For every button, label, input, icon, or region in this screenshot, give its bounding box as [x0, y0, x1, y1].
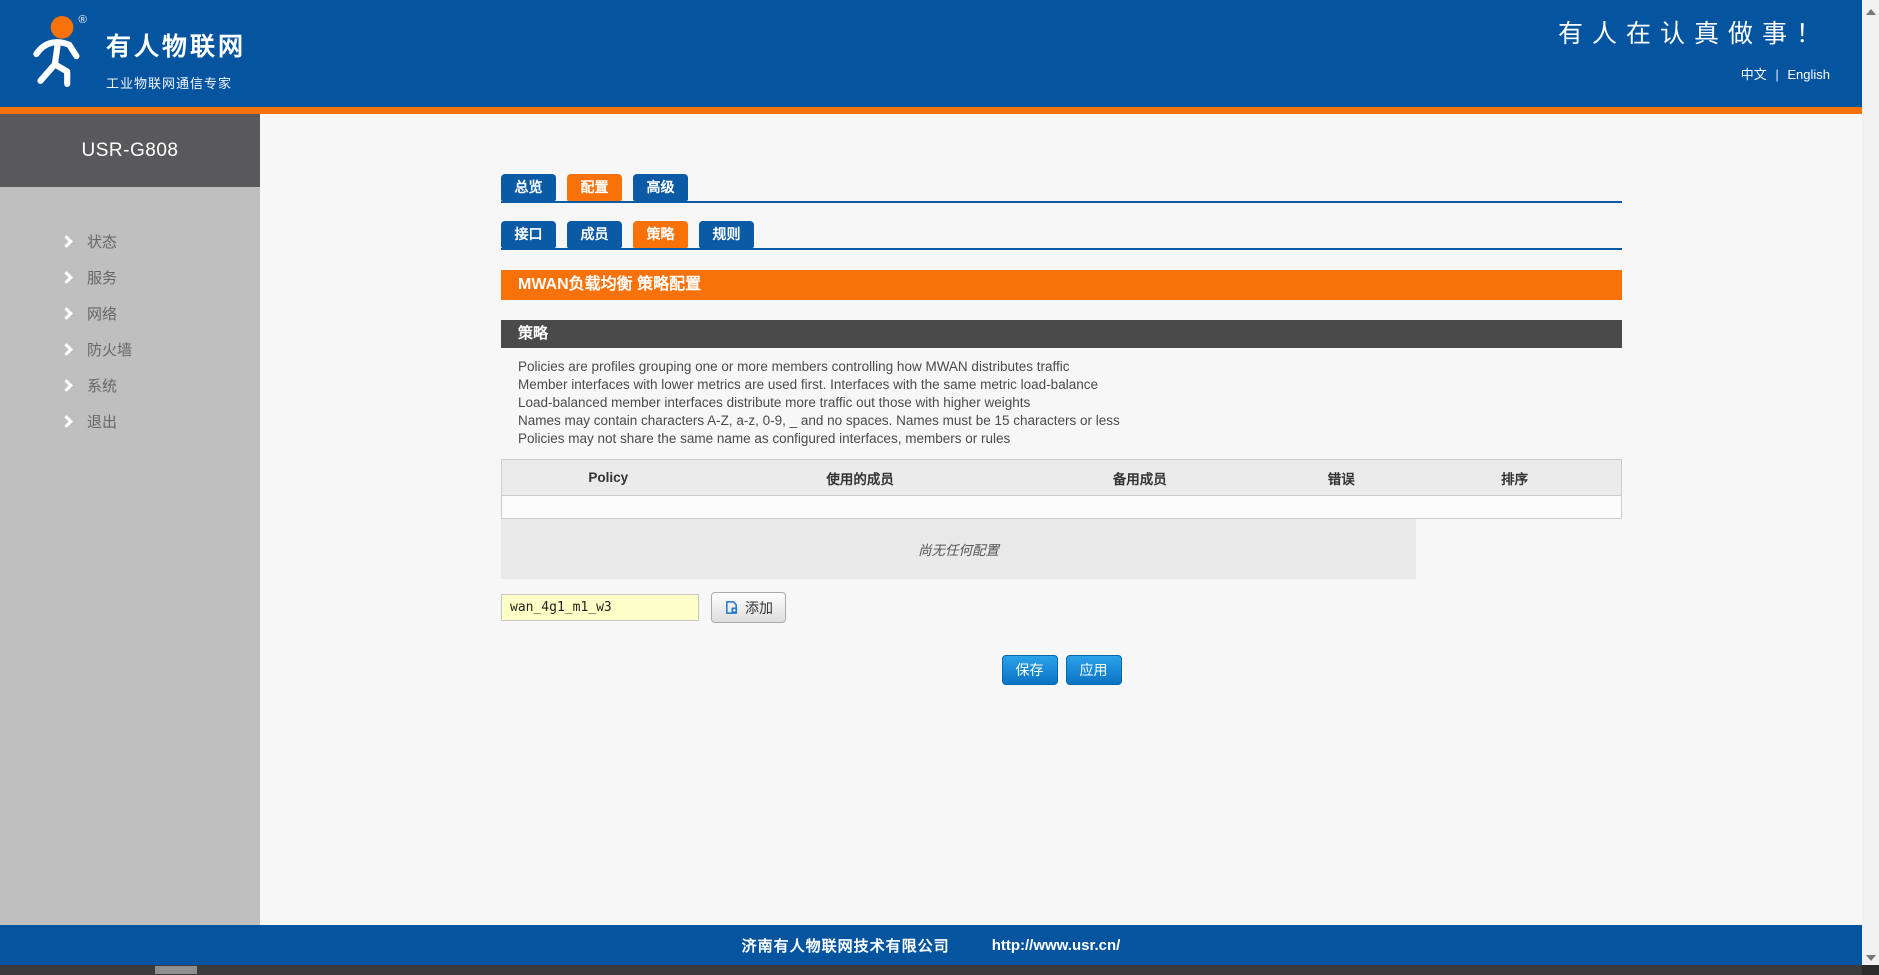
description-line: Policies may not share the same name as …	[518, 430, 1618, 448]
primary-tabs: 总览 配置 高级	[501, 174, 1622, 203]
sidebar-item-label: 网络	[87, 303, 117, 324]
horizontal-scrollbar[interactable]	[0, 965, 1862, 975]
sidebar: USR-G808 状态 服务 网络 防火墙 系统	[0, 114, 260, 925]
sidebar-item-label: 系统	[87, 375, 117, 396]
tab-policy[interactable]: 策略	[633, 221, 688, 248]
add-policy-row: 添加	[501, 592, 786, 623]
sidebar-item-firewall[interactable]: 防火墙	[0, 331, 260, 367]
sidebar-item-services[interactable]: 服务	[0, 259, 260, 295]
chevron-right-icon	[60, 343, 73, 356]
description-line: Load-balanced member interfaces distribu…	[518, 394, 1618, 412]
column-header-policy: Policy	[502, 470, 715, 485]
policy-name-input[interactable]	[501, 594, 699, 621]
description-line: Member interfaces with lower metrics are…	[518, 376, 1618, 394]
sidebar-item-label: 服务	[87, 267, 117, 288]
chevron-right-icon	[60, 307, 73, 320]
scrollbar-corner	[1862, 965, 1879, 975]
add-button-label: 添加	[745, 598, 773, 618]
tab-interface[interactable]: 接口	[501, 221, 556, 248]
sidebar-nav: 状态 服务 网络 防火墙 系统 退出	[0, 187, 260, 439]
description-line: Names may contain characters A-Z, a-z, 0…	[518, 412, 1618, 430]
table-row	[502, 496, 1621, 518]
save-button[interactable]: 保存	[1002, 655, 1058, 685]
horizontal-scrollbar-thumb[interactable]	[155, 966, 197, 974]
sidebar-item-system[interactable]: 系统	[0, 367, 260, 403]
brand-text: 有人物联网 工业物联网通信专家	[106, 13, 246, 92]
header-right: 有人在认真做事！ 中文 | English	[1558, 14, 1830, 83]
tab-overview[interactable]: 总览	[501, 174, 556, 201]
column-header-members-used: 使用的成员	[715, 468, 1006, 488]
footer-website-link[interactable]: http://www.usr.cn/	[992, 937, 1121, 954]
lang-chinese-link[interactable]: 中文	[1741, 67, 1767, 82]
column-header-errors: 错误	[1274, 468, 1408, 488]
tab-configuration[interactable]: 配置	[567, 174, 622, 201]
lang-english-link[interactable]: English	[1787, 67, 1830, 82]
sidebar-item-label: 防火墙	[87, 339, 132, 360]
chevron-right-icon	[60, 415, 73, 428]
scroll-down-arrow-icon[interactable]	[1866, 955, 1876, 961]
page-title-banner: MWAN负载均衡 策略配置	[501, 270, 1622, 300]
svg-text:®: ®	[79, 14, 88, 26]
chevron-right-icon	[60, 379, 73, 392]
sidebar-item-logout[interactable]: 退出	[0, 403, 260, 439]
empty-state-box: 尚无任何配置	[501, 519, 1416, 579]
tab-member[interactable]: 成员	[567, 221, 622, 248]
language-switch: 中文 | English	[1558, 64, 1830, 83]
scroll-up-arrow-icon[interactable]	[1866, 9, 1876, 15]
add-button[interactable]: 添加	[711, 592, 786, 623]
tab-advanced[interactable]: 高级	[633, 174, 688, 201]
brand-subtitle: 工业物联网通信专家	[106, 73, 246, 92]
top-header: ® 有人物联网 工业物联网通信专家 有人在认真做事！ 中文 | English	[0, 0, 1862, 107]
brand-block: ® 有人物联网 工业物联网通信专家	[24, 8, 246, 96]
column-header-sort: 排序	[1408, 468, 1621, 488]
form-actions: 保存 应用	[501, 655, 1622, 685]
brand-title: 有人物联网	[106, 27, 246, 63]
chevron-right-icon	[60, 235, 73, 248]
sidebar-item-network[interactable]: 网络	[0, 295, 260, 331]
empty-state-text: 尚无任何配置	[918, 539, 999, 559]
header-accent-strip	[0, 107, 1862, 114]
policy-table-header: Policy 使用的成员 备用成员 错误 排序	[502, 460, 1621, 496]
secondary-tabs: 接口 成员 策略 规则	[501, 221, 1622, 250]
footer-company-name: 济南有人物联网技术有限公司	[742, 935, 950, 956]
lang-divider: |	[1775, 67, 1778, 82]
page-footer: 济南有人物联网技术有限公司 http://www.usr.cn/	[0, 925, 1862, 965]
sidebar-item-label: 状态	[87, 231, 117, 252]
section-title-bar: 策略	[501, 320, 1622, 348]
tab-rule[interactable]: 规则	[699, 221, 754, 248]
browser-viewport: ® 有人物联网 工业物联网通信专家 有人在认真做事！ 中文 | English …	[0, 0, 1879, 975]
sidebar-item-status[interactable]: 状态	[0, 223, 260, 259]
device-name: USR-G808	[0, 114, 260, 187]
policy-description: Policies are profiles grouping one or mo…	[518, 358, 1618, 448]
column-header-backup-members: 备用成员	[1006, 468, 1275, 488]
apply-button[interactable]: 应用	[1066, 655, 1122, 685]
sidebar-item-label: 退出	[87, 411, 117, 432]
usr-logo-icon: ®	[24, 8, 96, 96]
policy-table: Policy 使用的成员 备用成员 错误 排序	[501, 459, 1622, 519]
chevron-right-icon	[60, 271, 73, 284]
description-line: Policies are profiles grouping one or mo…	[518, 358, 1618, 376]
slogan-text: 有人在认真做事！	[1558, 14, 1830, 50]
vertical-scrollbar[interactable]	[1862, 0, 1879, 975]
add-page-icon	[724, 600, 739, 615]
